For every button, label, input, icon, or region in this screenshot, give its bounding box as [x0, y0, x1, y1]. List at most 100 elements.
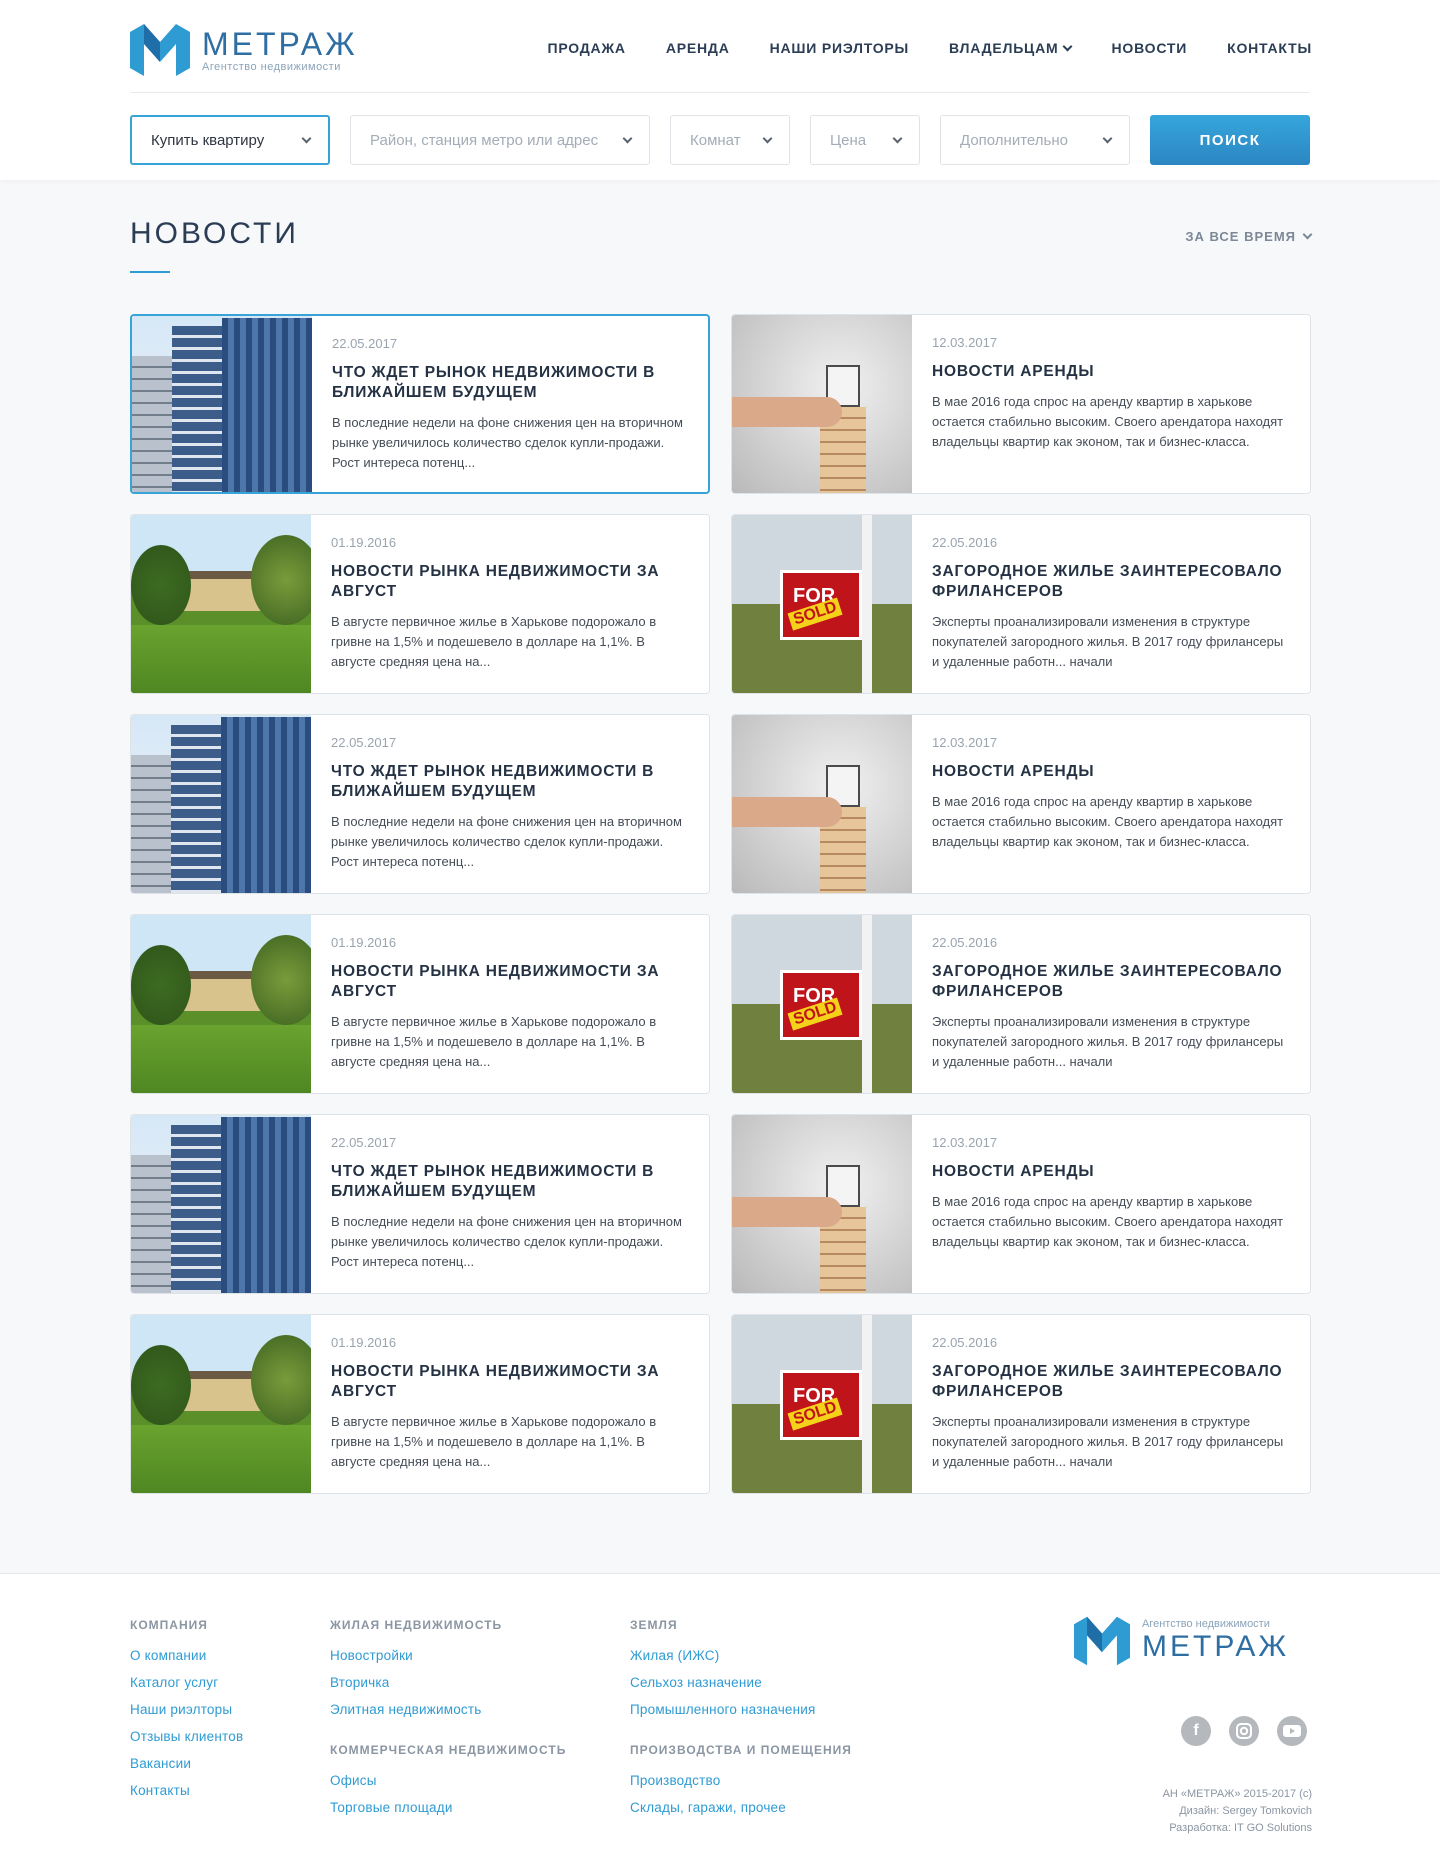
title-underline [130, 271, 170, 273]
footer-link[interactable]: Контакты [130, 1783, 243, 1798]
footer-link[interactable]: Сельхоз назначение [630, 1675, 852, 1690]
price-select[interactable]: Цена [810, 115, 920, 165]
news-card[interactable]: 01.19.2016 НОВОСТИ РЫНКА НЕДВИЖИМОСТИ ЗА … [130, 1314, 710, 1494]
instagram-icon[interactable] [1229, 1716, 1259, 1746]
news-image [732, 1115, 912, 1293]
chevron-down-icon [1063, 41, 1073, 51]
footer-link[interactable]: Склады, гаражи, прочее [630, 1800, 852, 1815]
news-title[interactable]: ЗАГОРОДНОЕ ЖИЛЬЕ ЗАИНТЕРЕСОВАЛО ФРИЛАНСЕ… [932, 1362, 1290, 1402]
extra-select[interactable]: Дополнительно [940, 115, 1130, 165]
news-excerpt: В мае 2016 года спрос на аренду квартир … [932, 1194, 1284, 1249]
chevron-down-icon [301, 133, 312, 143]
footer-link[interactable]: Жилая (ИЖС) [630, 1648, 852, 1663]
news-date: 22.05.2017 [331, 1135, 397, 1150]
footer-link[interactable]: Наши риэлторы [130, 1702, 243, 1717]
nav-label: КОНТАКТЫ [1227, 40, 1312, 56]
news-title[interactable]: НОВОСТИ АРЕНДЫ [932, 362, 1290, 382]
dev-credit: Разработка: IT GO Solutions [1169, 1822, 1312, 1834]
news-card[interactable]: 12.03.2017 НОВОСТИ АРЕНДЫ В мае 2016 года … [731, 314, 1311, 494]
news-title[interactable]: НОВОСТИ РЫНКА НЕДВИЖИМОСТИ ЗА АВГУСТ [331, 562, 689, 602]
news-title[interactable]: ЗАГОРОДНОЕ ЖИЛЬЕ ЗАИНТЕРЕСОВАЛО ФРИЛАНСЕ… [932, 562, 1290, 602]
footer-heading: ЗЕМЛЯ [630, 1618, 678, 1632]
footer-heading: ПРОИЗВОДСТВА И ПОМЕЩЕНИЯ [630, 1743, 852, 1757]
footer-logo[interactable]: Агентство недвижимости МЕТРАЖ [1074, 1616, 1289, 1666]
news-card[interactable]: 22.05.2017 ЧТО ЖДЕТ РЫНОК НЕДВИЖИМОСТИ В … [130, 314, 710, 494]
news-date: 12.03.2017 [932, 335, 998, 350]
news-title[interactable]: ЧТО ЖДЕТ РЫНОК НЕДВИЖИМОСТИ В БЛИЖАЙШЕМ … [332, 363, 688, 403]
news-card[interactable]: 01.19.2016 НОВОСТИ РЫНКА НЕДВИЖИМОСТИ ЗА … [130, 514, 710, 694]
rooms-select[interactable]: Комнат [670, 115, 790, 165]
main-nav: ПРОДАЖА АРЕНДА НАШИ РИЭЛТОРЫ ВЛАДЕЛЬЦАМ … [547, 40, 1312, 56]
footer-heading: КОММЕРЧЕСКАЯ НЕДВИЖИМОСТЬ [330, 1743, 567, 1757]
footer-link[interactable]: Производство [630, 1773, 852, 1788]
news-card[interactable]: 12.03.2017 НОВОСТИ АРЕНДЫ В мае 2016 года … [731, 1114, 1311, 1294]
logo[interactable]: МЕТРАЖ Агентство недвижимости [130, 24, 358, 76]
news-card[interactable]: FOR SOLD 22.05.2016 ЗАГОРОДНОЕ ЖИЛЬЕ ЗАИНТЕ… [731, 514, 1311, 694]
news-card[interactable]: 22.05.2017 ЧТО ЖДЕТ РЫНОК НЕДВИЖИМОСТИ В … [130, 714, 710, 894]
footer-link[interactable]: Каталог услуг [130, 1675, 243, 1690]
news-title[interactable]: НОВОСТИ РЫНКА НЕДВИЖИМОСТИ ЗА АВГУСТ [331, 962, 689, 1002]
news-excerpt: В мае 2016 года спрос на аренду квартир … [932, 394, 1284, 449]
news-card[interactable]: 22.05.2017 ЧТО ЖДЕТ РЫНОК НЕДВИЖИМОСТИ В … [130, 1114, 710, 1294]
extra-placeholder: Дополнительно [960, 131, 1068, 149]
news-date: 01.19.2016 [331, 535, 397, 550]
news-title[interactable]: НОВОСТИ АРЕНДЫ [932, 762, 1290, 782]
news-title[interactable]: ЧТО ЖДЕТ РЫНОК НЕДВИЖИМОСТИ В БЛИЖАЙШЕМ … [331, 762, 689, 802]
location-select[interactable]: Район, станция метро или адрес [350, 115, 650, 165]
nav-item-contacts[interactable]: КОНТАКТЫ [1227, 40, 1312, 56]
news-image [732, 315, 912, 493]
footer-link[interactable]: Промышленного назначения [630, 1702, 852, 1717]
nav-item-rent[interactable]: АРЕНДА [666, 40, 730, 56]
period-filter[interactable]: ЗА ВСЕ ВРЕМЯ [1185, 229, 1313, 244]
news-date: 01.19.2016 [331, 935, 397, 950]
search-bar: Купить квартиру Район, станция метро или… [130, 115, 1310, 165]
news-image [131, 915, 311, 1093]
facebook-icon[interactable]: f [1181, 1716, 1211, 1746]
nav-item-news[interactable]: НОВОСТИ [1111, 40, 1187, 56]
logo-title: МЕТРАЖ [202, 26, 358, 62]
news-date: 22.05.2016 [932, 535, 998, 550]
footer-link[interactable]: О компании [130, 1648, 243, 1663]
chevron-down-icon [892, 133, 903, 143]
deal-type-select[interactable]: Купить квартиру [130, 115, 330, 165]
news-title[interactable]: ЗАГОРОДНОЕ ЖИЛЬЕ ЗАИНТЕРЕСОВАЛО ФРИЛАНСЕ… [932, 962, 1290, 1002]
footer-link[interactable]: Новостройки [330, 1648, 566, 1663]
news-card[interactable]: FOR SOLD 22.05.2016 ЗАГОРОДНОЕ ЖИЛЬЕ ЗАИНТЕ… [731, 1314, 1311, 1494]
news-excerpt: В августе первичное жилье в Харькове под… [331, 614, 657, 669]
news-title[interactable]: ЧТО ЖДЕТ РЫНОК НЕДВИЖИМОСТИ В БЛИЖАЙШЕМ … [331, 1162, 689, 1202]
footer-link[interactable]: Отзывы клиентов [130, 1729, 243, 1744]
news-card[interactable]: FOR SOLD 22.05.2016 ЗАГОРОДНОЕ ЖИЛЬЕ ЗАИНТЕ… [731, 914, 1311, 1094]
youtube-icon[interactable] [1277, 1716, 1307, 1746]
footer-link[interactable]: Элитная недвижимость [330, 1702, 566, 1717]
nav-item-realtors[interactable]: НАШИ РИЭЛТОРЫ [770, 40, 909, 56]
footer-link[interactable]: Вторичка [330, 1675, 566, 1690]
news-excerpt: В августе первичное жилье в Харькове под… [331, 1414, 657, 1469]
footer-link[interactable]: Вакансии [130, 1756, 243, 1771]
copyright: АН «МЕТРАЖ» 2015-2017 (с) [1162, 1788, 1312, 1800]
news-excerpt: В последние недели на фоне снижения цен … [331, 1214, 682, 1269]
chevron-down-icon [1302, 229, 1313, 240]
nav-item-sale[interactable]: ПРОДАЖА [547, 40, 625, 56]
news-card[interactable]: 12.03.2017 НОВОСТИ АРЕНДЫ В мае 2016 года … [731, 714, 1311, 894]
footer-company: КОМПАНИЯ О компании Каталог услуг Наши р… [130, 1618, 243, 1810]
chevron-down-icon [1102, 133, 1113, 143]
news-date: 22.05.2016 [932, 1335, 998, 1350]
news-title[interactable]: НОВОСТИ РЫНКА НЕДВИЖИМОСТИ ЗА АВГУСТ [331, 1362, 689, 1402]
news-card[interactable]: 01.19.2016 НОВОСТИ РЫНКА НЕДВИЖИМОСТИ ЗА … [130, 914, 710, 1094]
nav-item-owners[interactable]: ВЛАДЕЛЬЦАМ [949, 40, 1073, 56]
nav-label: ВЛАДЕЛЬЦАМ [949, 40, 1059, 56]
news-image: FOR SOLD [732, 515, 912, 693]
footer-link[interactable]: Офисы [330, 1773, 566, 1788]
logo-tagline: Агентство недвижимости [202, 61, 341, 73]
price-placeholder: Цена [830, 131, 867, 149]
site-footer: КОМПАНИЯ О компании Каталог услуг Наши р… [0, 1573, 1440, 1875]
news-title[interactable]: НОВОСТИ АРЕНДЫ [932, 1162, 1290, 1182]
chevron-down-icon [762, 133, 773, 143]
news-image: FOR SOLD [732, 915, 912, 1093]
search-button[interactable]: ПОИСК [1150, 115, 1310, 165]
deal-type-value: Купить квартиру [151, 131, 265, 149]
news-excerpt: Эксперты проанализировали изменения в ст… [932, 1014, 1284, 1069]
footer-link[interactable]: Торговые площади [330, 1800, 566, 1815]
news-excerpt: В последние недели на фоне снижения цен … [331, 814, 682, 869]
location-placeholder: Район, станция метро или адрес [370, 131, 599, 149]
